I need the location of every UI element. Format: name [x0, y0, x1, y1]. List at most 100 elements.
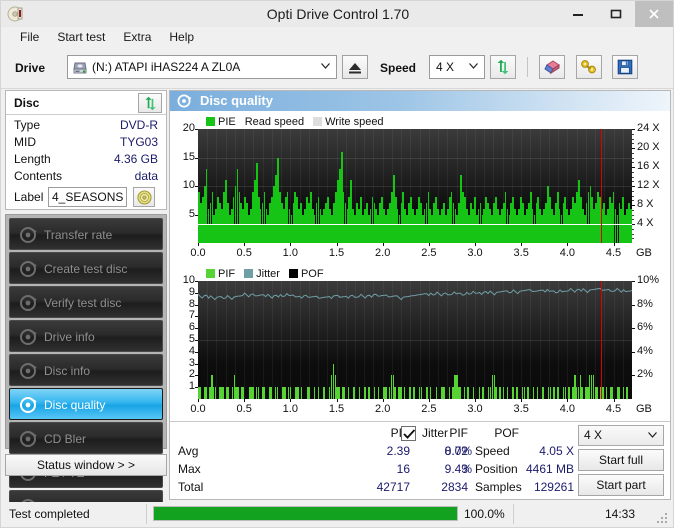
- disc-panel-header: Disc: [6, 91, 166, 115]
- drive-select[interactable]: (N:) ATAPI iHAS224 A ZL0A: [67, 55, 337, 79]
- minimize-button[interactable]: [559, 1, 597, 27]
- legend-label: Jitter: [256, 268, 280, 280]
- eject-button[interactable]: [342, 55, 368, 79]
- y2-tick-label: 4%: [637, 344, 653, 357]
- stats-pie-max: 16: [396, 462, 410, 476]
- cd-disc-icon: [137, 190, 152, 208]
- sidebar-item-disc-quality[interactable]: Disc quality: [9, 388, 163, 420]
- x-axis-unit: GB: [636, 247, 652, 259]
- menu-start-test[interactable]: Start test: [48, 28, 114, 46]
- sidebar-item-drive-info[interactable]: Drive info: [9, 320, 163, 352]
- sidebar-item-disc-info[interactable]: Disc info: [9, 354, 163, 386]
- x-tick-label: 4.0: [559, 403, 576, 415]
- sidebar-nav: Transfer rate Create test disc Verify te…: [5, 214, 167, 522]
- chart-legend: PIF Jitter POF: [206, 268, 333, 280]
- sidebar-item-label: Disc quality: [44, 398, 106, 412]
- y2-tick-label: 6%: [637, 321, 653, 334]
- y-tick-label: 9: [188, 285, 195, 298]
- x-tick-label: 0.0: [190, 403, 206, 415]
- sidebar-item-transfer-rate[interactable]: Transfer rate: [9, 218, 163, 250]
- y2-tick-label: 20 X: [637, 141, 660, 153]
- chart-plot-area: [198, 129, 632, 243]
- status-window-button[interactable]: Status window > >: [5, 454, 167, 476]
- title-bar: Opti Drive Control 1.70: [1, 1, 673, 27]
- disc-spin-icon: [18, 327, 38, 347]
- save-button[interactable]: [612, 55, 638, 79]
- x-tick-label: 0.5: [236, 403, 252, 415]
- y2-tick-label: 4 X: [637, 217, 654, 229]
- y-tick-label: 3: [188, 356, 195, 369]
- disc-row-type-value: DVD-R: [120, 118, 158, 132]
- disc-refresh-button[interactable]: [138, 93, 162, 113]
- erase-button[interactable]: [539, 55, 565, 79]
- y-tick-label: 6: [188, 321, 195, 334]
- sidebar-item-verify-test-disc[interactable]: Verify test disc: [9, 286, 163, 318]
- disc-row-contents-key: Contents: [14, 169, 63, 183]
- sidebar-item-cd-bler[interactable]: CD Bler: [9, 422, 163, 454]
- y-tick-label: 20: [182, 122, 195, 134]
- disc-info-panel: Disc Type DVD-R MID TYG03 Length 4.36 GB…: [5, 90, 167, 210]
- y2-tick-label: 12 X: [637, 179, 660, 191]
- chart-plot-area: [198, 281, 632, 399]
- legend-label: Write speed: [325, 116, 384, 128]
- status-bar: Test completed 100.0% 14:33: [1, 502, 673, 527]
- legend-label: PIF: [218, 268, 236, 280]
- speed-select[interactable]: 4 X: [429, 55, 485, 79]
- legend-swatch: [244, 269, 254, 278]
- end-position-marker: [601, 281, 602, 399]
- jitter-checkbox[interactable]: [401, 426, 416, 441]
- disc-label-key: Label: [14, 190, 44, 204]
- sidebar-item-create-test-disc[interactable]: Create test disc: [9, 252, 163, 284]
- x-tick-label: 4.5: [605, 247, 622, 259]
- bitsetting-button[interactable]: [576, 55, 602, 79]
- stats-row-max-label: Max: [178, 462, 201, 476]
- progress-bar: [153, 506, 458, 521]
- disc-label-browse-button[interactable]: [133, 187, 155, 207]
- resize-grip-icon[interactable]: [657, 513, 667, 523]
- stats-header-jitter: Jitter: [422, 426, 449, 440]
- x-tick-label: 0.0: [190, 247, 206, 259]
- x-tick-label: 3.0: [467, 247, 483, 259]
- stats-jitter-avg: 8.7%: [444, 444, 472, 458]
- stats-header-pof: POF: [494, 426, 519, 440]
- x-tick-label: 1.0: [282, 247, 298, 259]
- sidebar-item-label: Disc info: [44, 364, 91, 378]
- start-full-button[interactable]: Start full: [578, 449, 664, 471]
- stats-position-value: 4461 MB: [525, 462, 574, 476]
- menu-help[interactable]: Help: [160, 28, 203, 46]
- x-tick-label: 4.5: [605, 403, 622, 415]
- x-tick-label: 3.5: [513, 403, 529, 415]
- stats-samples-value: 129261: [533, 480, 574, 494]
- pie-chart: PIE Read speed Write speed 5 10 15 20 4 X 8 X 12 …: [170, 111, 670, 261]
- y-tick-label: 8: [188, 297, 195, 310]
- menu-extra[interactable]: Extra: [114, 28, 160, 46]
- legend-swatch: [313, 117, 323, 126]
- progress-bar-fill: [154, 507, 457, 520]
- disc-row-length-value: 4.36 GB: [113, 152, 158, 166]
- start-part-button[interactable]: Start part: [578, 474, 664, 496]
- progress-percent: 100.0%: [464, 507, 505, 521]
- maximize-button[interactable]: [597, 1, 635, 27]
- legend-swatch: [206, 269, 215, 278]
- y2-tick-label: 10%: [637, 274, 660, 286]
- x-tick-label: 1.5: [328, 403, 345, 415]
- x-tick-label: 4.0: [559, 247, 576, 259]
- menu-file[interactable]: File: [11, 28, 48, 46]
- stats-pie-total: 42717: [376, 480, 410, 494]
- disc-label-input[interactable]: [48, 187, 127, 207]
- status-text: Test completed: [9, 507, 90, 521]
- x-tick-label: 3.5: [513, 247, 529, 259]
- disc-spin-icon: [18, 225, 38, 245]
- sidebar-item-label: Transfer rate: [44, 228, 113, 242]
- x-tick-label: 2.5: [421, 247, 437, 259]
- disc-row-mid-key: MID: [14, 135, 36, 149]
- close-button[interactable]: [635, 1, 673, 27]
- end-position-marker: [601, 129, 602, 243]
- drive-icon: [72, 60, 88, 76]
- drive-label: Drive: [15, 61, 46, 75]
- sidebar-item-label: Drive info: [44, 330, 95, 344]
- refresh-button[interactable]: [490, 55, 516, 79]
- stats-speed-value: 4.05 X: [539, 444, 574, 458]
- stats-speed-select[interactable]: 4 X: [578, 425, 664, 446]
- chevron-down-icon: [469, 56, 478, 78]
